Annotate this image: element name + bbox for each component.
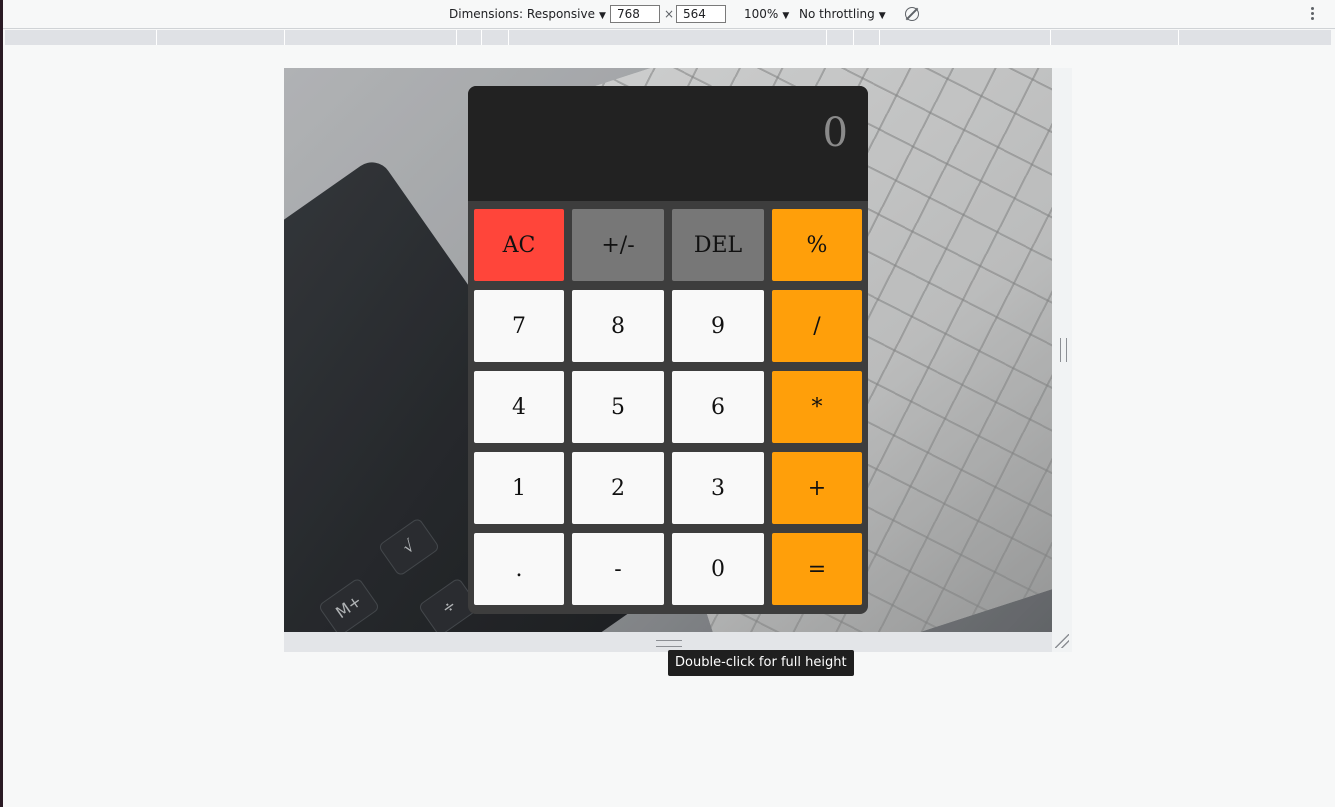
multiply-button[interactable]: * — [772, 371, 862, 443]
window-edge — [0, 0, 3, 807]
digit-5-button[interactable]: 5 — [572, 371, 664, 443]
decimal-button[interactable]: . — [474, 533, 564, 605]
divide-button[interactable]: / — [772, 290, 862, 362]
display-value: 0 — [822, 110, 848, 156]
percent-button[interactable]: % — [772, 209, 862, 281]
times-sign: × — [664, 7, 675, 21]
digit-0-button[interactable]: 0 — [672, 533, 764, 605]
media-query-bar[interactable] — [5, 30, 1331, 45]
right-resize-handle-icon[interactable] — [1060, 338, 1067, 362]
caret-down-icon: ▼ — [878, 11, 886, 21]
digit-1-button[interactable]: 1 — [474, 452, 564, 524]
width-input[interactable]: 768 — [610, 5, 660, 23]
calculator: 0 AC +/- DEL % 7 8 9 / 4 5 6 * 1 2 3 + .… — [468, 86, 868, 614]
zoom-label: 100% — [744, 7, 779, 21]
digit-7-button[interactable]: 7 — [474, 290, 564, 362]
digit-3-button[interactable]: 3 — [672, 452, 764, 524]
equals-button[interactable]: = — [772, 533, 862, 605]
subtract-button[interactable]: - — [572, 533, 664, 605]
more-vert-icon[interactable] — [1311, 7, 1315, 21]
negate-button[interactable]: +/- — [572, 209, 664, 281]
throttling-label: No throttling — [799, 7, 875, 21]
dimensions-dropdown[interactable]: Dimensions: Responsive ▼ — [449, 0, 606, 28]
device-toolbar: Dimensions: Responsive ▼ 768 × 564 100% ▼ … — [3, 0, 1335, 29]
corner-resize-handle-icon[interactable] — [1055, 634, 1069, 648]
digit-9-button[interactable]: 9 — [672, 290, 764, 362]
clear-button[interactable]: AC — [474, 209, 564, 281]
add-button[interactable]: + — [772, 452, 862, 524]
calculator-display: 0 — [468, 86, 868, 201]
delete-button[interactable]: DEL — [672, 209, 764, 281]
throttling-dropdown[interactable]: No throttling ▼ — [799, 0, 886, 28]
zoom-dropdown[interactable]: 100% ▼ — [744, 0, 789, 28]
bottom-resize-handle-icon[interactable] — [656, 640, 682, 647]
rotate-icon[interactable] — [905, 7, 919, 21]
caret-down-icon: ▼ — [782, 11, 790, 21]
digit-6-button[interactable]: 6 — [672, 371, 764, 443]
tooltip: Double-click for full height — [668, 650, 854, 676]
caret-down-icon: ▼ — [598, 11, 606, 21]
dimensions-label: Dimensions: Responsive — [449, 7, 595, 21]
digit-8-button[interactable]: 8 — [572, 290, 664, 362]
digit-4-button[interactable]: 4 — [474, 371, 564, 443]
digit-2-button[interactable]: 2 — [572, 452, 664, 524]
height-input[interactable]: 564 — [676, 5, 726, 23]
